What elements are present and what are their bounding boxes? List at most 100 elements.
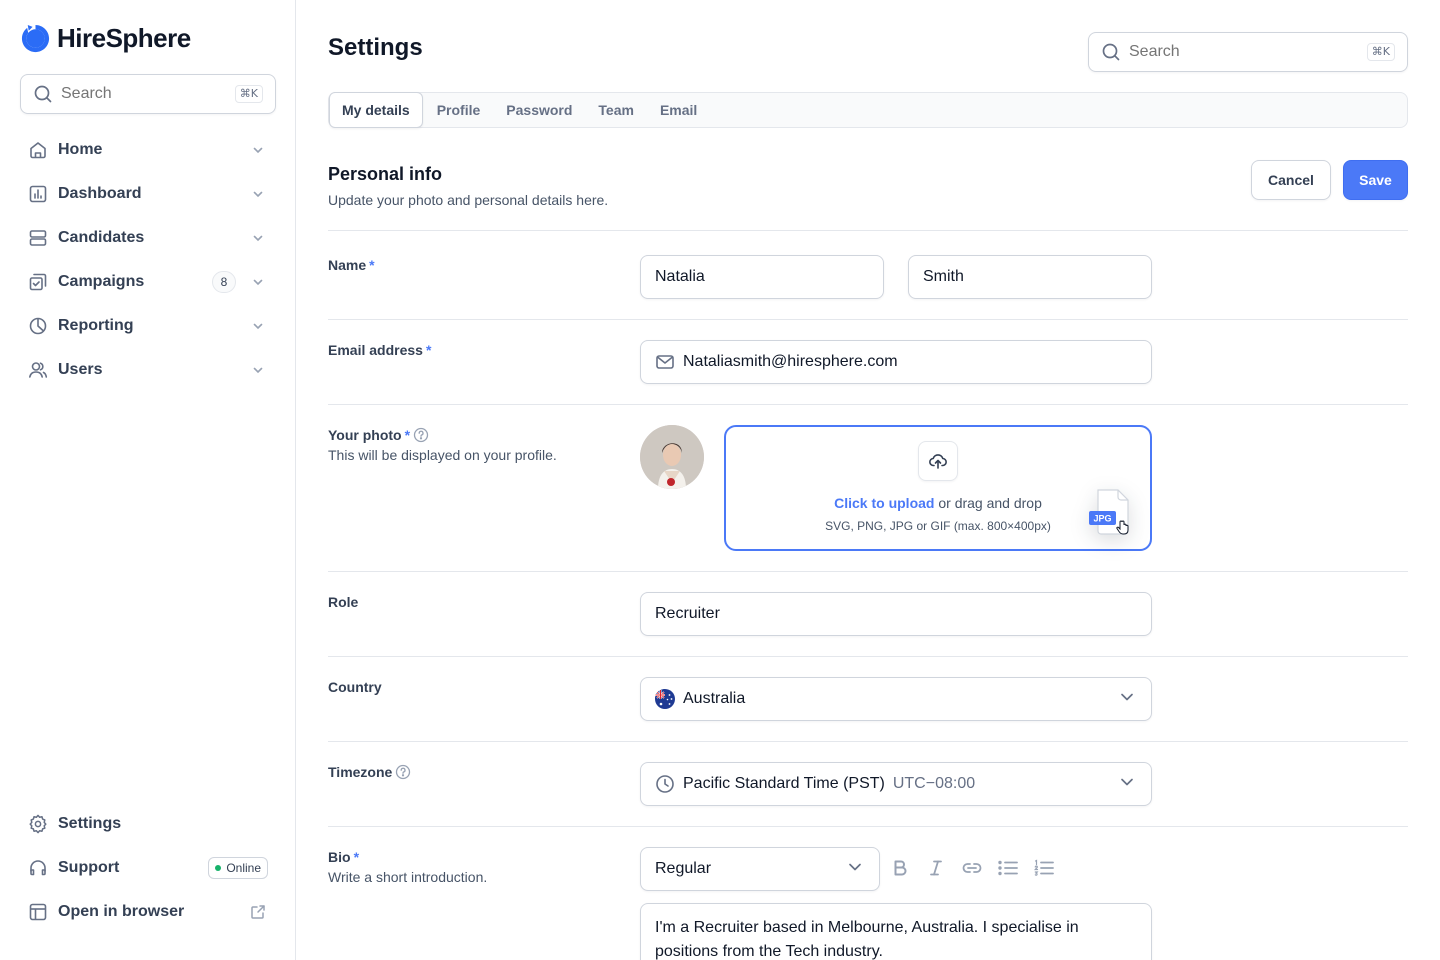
browser-icon: [28, 902, 48, 922]
tab-profile[interactable]: Profile: [425, 93, 493, 127]
role-field[interactable]: [640, 592, 1152, 636]
bio-label-text: Bio: [328, 849, 351, 865]
upload-instructions: Click to upload or drag and drop: [726, 495, 1150, 511]
text-style-value: Regular: [655, 860, 712, 877]
sidebar-search-input[interactable]: [61, 85, 227, 103]
tab-email[interactable]: Email: [648, 93, 709, 127]
header-search-input[interactable]: [1129, 43, 1359, 61]
chevron-down-icon[interactable]: [248, 140, 268, 160]
first-name-input[interactable]: [655, 268, 869, 286]
chevron-down-icon[interactable]: [248, 316, 268, 336]
text-style-select[interactable]: Regular: [640, 847, 880, 891]
email-input[interactable]: [683, 353, 1137, 371]
jpg-file-icon: JPG: [1089, 489, 1129, 535]
last-name-field[interactable]: [908, 255, 1152, 299]
settings-tabs: My details Profile Password Team Email: [328, 92, 1408, 128]
required-marker: *: [353, 849, 360, 865]
sidebar-search[interactable]: ⌘K: [20, 74, 276, 114]
cancel-button[interactable]: Cancel: [1251, 160, 1331, 200]
click-to-upload-link[interactable]: Click to upload: [834, 495, 934, 511]
chevron-down-icon[interactable]: [248, 272, 268, 292]
sidebar-item-label: Users: [58, 361, 103, 378]
italic-icon[interactable]: [924, 856, 948, 880]
country-label-text: Country: [328, 679, 382, 695]
chevron-down-icon: [845, 857, 865, 882]
chevron-down-icon[interactable]: [248, 184, 268, 204]
sidebar-item-candidates[interactable]: Candidates: [16, 218, 280, 258]
bio-textarea[interactable]: I'm a Recruiter based in Melbourne, Aust…: [640, 903, 1152, 960]
tab-my-details[interactable]: My details: [329, 92, 423, 128]
users-icon: [28, 360, 48, 380]
country-label: Country: [328, 679, 382, 695]
app-logo[interactable]: HireSphere: [20, 22, 191, 54]
status-text: Online: [226, 861, 261, 875]
sidebar-item-campaigns[interactable]: Campaigns 8: [16, 262, 280, 302]
upload-cloud-icon: [918, 441, 958, 481]
clock-icon: [655, 774, 675, 794]
campaigns-count-badge: 8: [212, 271, 236, 293]
sidebar-item-label: Support: [58, 859, 120, 876]
chevron-down-icon[interactable]: [248, 228, 268, 248]
sidebar-item-support[interactable]: Support Online: [16, 848, 280, 888]
sidebar-footer-nav: Settings Support Online Open in browser: [16, 804, 280, 936]
bullet-list-icon[interactable]: [996, 856, 1020, 880]
divider: [328, 230, 1408, 231]
section-subtitle: Update your photo and personal details h…: [328, 192, 609, 208]
required-marker: *: [425, 342, 432, 358]
headset-icon: [28, 858, 48, 878]
tab-password[interactable]: Password: [494, 93, 584, 127]
email-field[interactable]: [640, 340, 1152, 384]
home-icon: [28, 140, 48, 160]
link-icon[interactable]: [960, 856, 984, 880]
sidebar-item-open-in-browser[interactable]: Open in browser: [16, 892, 280, 932]
sidebar-item-home[interactable]: Home: [16, 130, 280, 170]
divider: [328, 319, 1408, 320]
role-input[interactable]: [655, 605, 1137, 623]
external-link-icon[interactable]: [248, 902, 268, 922]
tab-team[interactable]: Team: [586, 93, 646, 127]
timezone-select[interactable]: Pacific Standard Time (PST) UTC−08:00: [640, 762, 1152, 806]
divider: [328, 741, 1408, 742]
header-search[interactable]: ⌘K: [1088, 32, 1408, 72]
name-label-text: Name: [328, 257, 367, 273]
chevron-down-icon: [1117, 772, 1137, 797]
sidebar-item-label: Open in browser: [58, 903, 185, 920]
page-title: Settings: [328, 34, 423, 61]
save-button[interactable]: Save: [1343, 160, 1408, 200]
photo-help: This will be displayed on your profile.: [328, 447, 557, 463]
sidebar-item-users[interactable]: Users: [16, 350, 280, 390]
timezone-offset: UTC−08:00: [892, 775, 976, 792]
chevron-down-icon[interactable]: [248, 360, 268, 380]
app-name: HireSphere: [57, 22, 191, 53]
jpg-file-tag: JPG: [1093, 514, 1111, 524]
bio-formatting-toolbar: [888, 856, 1056, 880]
bio-label: Bio *: [328, 849, 359, 865]
section-title: Personal info: [328, 164, 443, 184]
name-label: Name *: [328, 257, 375, 273]
country-select[interactable]: Australia: [640, 677, 1152, 721]
last-name-input[interactable]: [923, 268, 1137, 286]
first-name-field[interactable]: [640, 255, 884, 299]
status-badge: Online: [208, 857, 268, 879]
check-square-icon: [28, 272, 48, 292]
search-shortcut: ⌘K: [1366, 43, 1395, 61]
photo-upload-dropzone[interactable]: Click to upload or drag and drop SVG, PN…: [724, 425, 1152, 551]
chevron-down-icon: [1117, 687, 1137, 712]
online-dot: [215, 865, 222, 871]
bold-icon[interactable]: [888, 856, 912, 880]
logo-icon: [21, 24, 50, 52]
sidebar-item-reporting[interactable]: Reporting: [16, 306, 280, 346]
search-shortcut: ⌘K: [234, 85, 263, 103]
required-marker: *: [404, 427, 411, 443]
country-value: Australia: [683, 690, 746, 707]
sidebar-item-settings[interactable]: Settings: [16, 804, 280, 844]
numbered-list-icon[interactable]: [1032, 856, 1056, 880]
email-label-text: Email address: [328, 342, 423, 358]
help-circle-icon[interactable]: [395, 764, 411, 780]
required-marker: *: [369, 257, 375, 273]
sidebar-item-dashboard[interactable]: Dashboard: [16, 174, 280, 214]
sidebar-nav: Home Dashboard Candidates Campaigns 8 Re…: [16, 130, 280, 394]
divider: [328, 571, 1408, 572]
role-label: Role: [328, 594, 358, 610]
help-circle-icon[interactable]: [413, 427, 429, 443]
